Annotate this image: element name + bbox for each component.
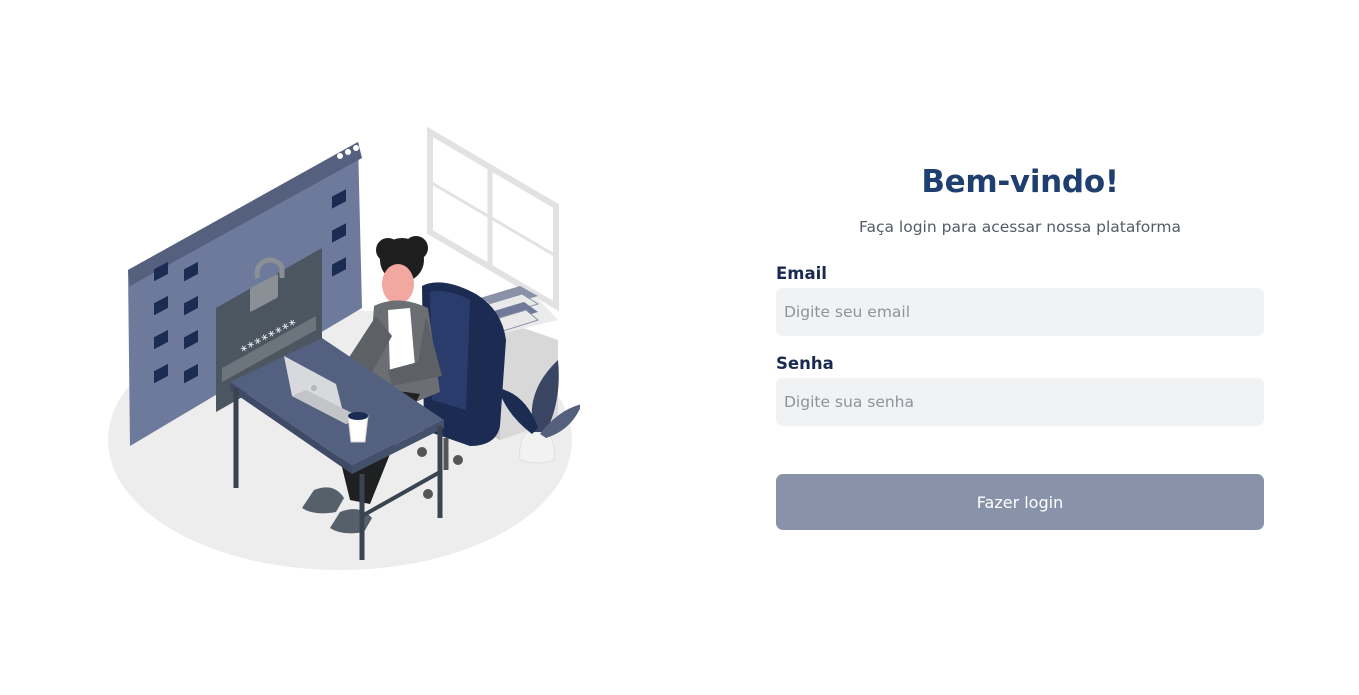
login-page: ******** Bem-vindo! Faça login para aces…: [0, 0, 1359, 695]
login-form: Bem-vindo! Faça login para acessar nossa…: [776, 160, 1264, 530]
email-label: Email: [776, 264, 827, 283]
password-label: Senha: [776, 354, 834, 373]
login-button[interactable]: Fazer login: [776, 474, 1264, 530]
login-illustration: ********: [108, 126, 580, 570]
page-title: Bem-vindo!: [921, 164, 1119, 200]
window-frame: [427, 126, 559, 312]
password-field[interactable]: [776, 378, 1264, 426]
page-subtitle: Faça login para acessar nossa plataforma: [858, 218, 1181, 236]
coffee-cup-icon: [347, 412, 369, 443]
email-field[interactable]: [776, 288, 1264, 336]
